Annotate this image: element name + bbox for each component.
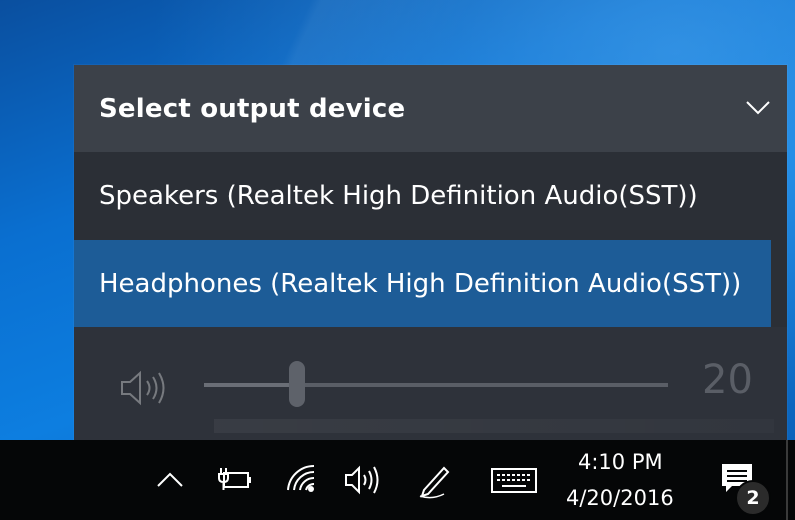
volume-slider-fill bbox=[204, 383, 297, 387]
chevron-up-icon[interactable] bbox=[150, 460, 190, 500]
clock-time[interactable]: 4:10 PM bbox=[578, 450, 663, 474]
keyboard-icon[interactable] bbox=[490, 460, 538, 500]
device-option-label: Headphones (Realtek High Definition Audi… bbox=[99, 269, 742, 299]
clock-date[interactable]: 4/20/2016 bbox=[566, 486, 674, 510]
flyout-title: Select output device bbox=[99, 94, 406, 124]
background-blur bbox=[214, 419, 774, 433]
power-plug-icon[interactable] bbox=[214, 460, 254, 500]
device-option-label: Speakers (Realtek High Definition Audio(… bbox=[99, 181, 698, 211]
notification-count-badge: 2 bbox=[735, 480, 771, 516]
speaker-icon[interactable] bbox=[118, 368, 170, 408]
taskbar: 4:10 PM 4/20/2016 2 bbox=[0, 440, 795, 520]
wifi-icon[interactable] bbox=[282, 460, 322, 500]
volume-slider-track[interactable] bbox=[204, 383, 668, 387]
device-option-speakers[interactable]: Speakers (Realtek High Definition Audio(… bbox=[74, 152, 771, 239]
pen-icon[interactable] bbox=[414, 460, 454, 500]
speaker-icon[interactable] bbox=[342, 460, 382, 500]
device-option-headphones[interactable]: Headphones (Realtek High Definition Audi… bbox=[74, 240, 771, 327]
chevron-down-icon[interactable] bbox=[745, 97, 771, 117]
volume-row: 20 bbox=[74, 327, 787, 440]
flyout-header[interactable]: Select output device bbox=[74, 65, 787, 152]
volume-slider-thumb[interactable] bbox=[289, 361, 305, 407]
audio-output-flyout: Select output device Speakers (Realtek H… bbox=[74, 65, 787, 440]
volume-value: 20 bbox=[702, 357, 753, 403]
show-desktop-divider[interactable] bbox=[786, 440, 788, 520]
